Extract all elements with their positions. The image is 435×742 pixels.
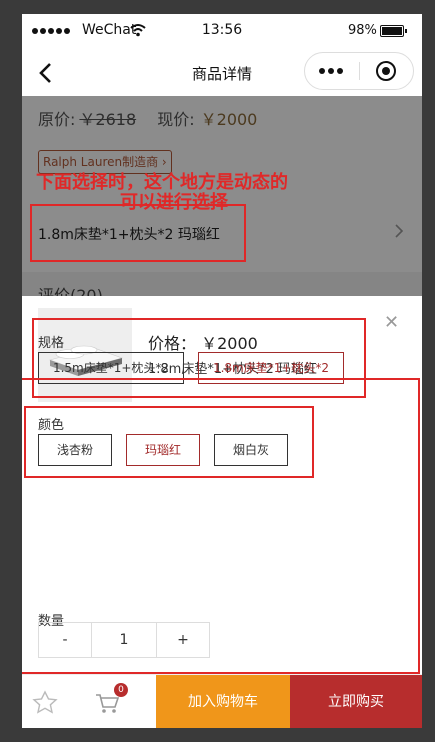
battery-icon — [380, 25, 407, 37]
exit-miniprogram-icon[interactable] — [376, 61, 396, 81]
annotation-selectable-note: 可以进行选择 — [120, 192, 228, 213]
phone-frame: WeChat 13:56 98% 商品详情 原价: ￥2618 现价: ￥2000 … — [22, 14, 422, 728]
quantity-minus-button[interactable]: - — [39, 623, 91, 657]
back-icon[interactable] — [32, 59, 60, 87]
cart-badge: 0 — [114, 683, 128, 697]
quantity-plus-button[interactable]: + — [157, 623, 209, 657]
more-icon[interactable] — [319, 68, 343, 74]
buy-now-button[interactable]: 立即购买 — [290, 675, 422, 728]
add-to-cart-button[interactable]: 加入购物车 — [156, 675, 290, 728]
close-icon[interactable]: ✕ — [384, 312, 399, 333]
quantity-stepper: - 1 + — [38, 622, 210, 658]
quantity-value[interactable]: 1 — [91, 623, 157, 657]
capsule-divider — [359, 62, 360, 80]
bottom-action-bar: 0 加入购物车 立即购买 — [22, 674, 422, 728]
miniprogram-capsule — [304, 52, 414, 90]
navigation-bar: 商品详情 — [22, 50, 422, 96]
star-icon[interactable] — [22, 675, 68, 728]
battery-percent: 98% — [348, 23, 377, 38]
cart-icon[interactable] — [78, 675, 138, 728]
battery-fill — [382, 27, 402, 35]
status-bar: WeChat 13:56 98% — [22, 14, 422, 50]
